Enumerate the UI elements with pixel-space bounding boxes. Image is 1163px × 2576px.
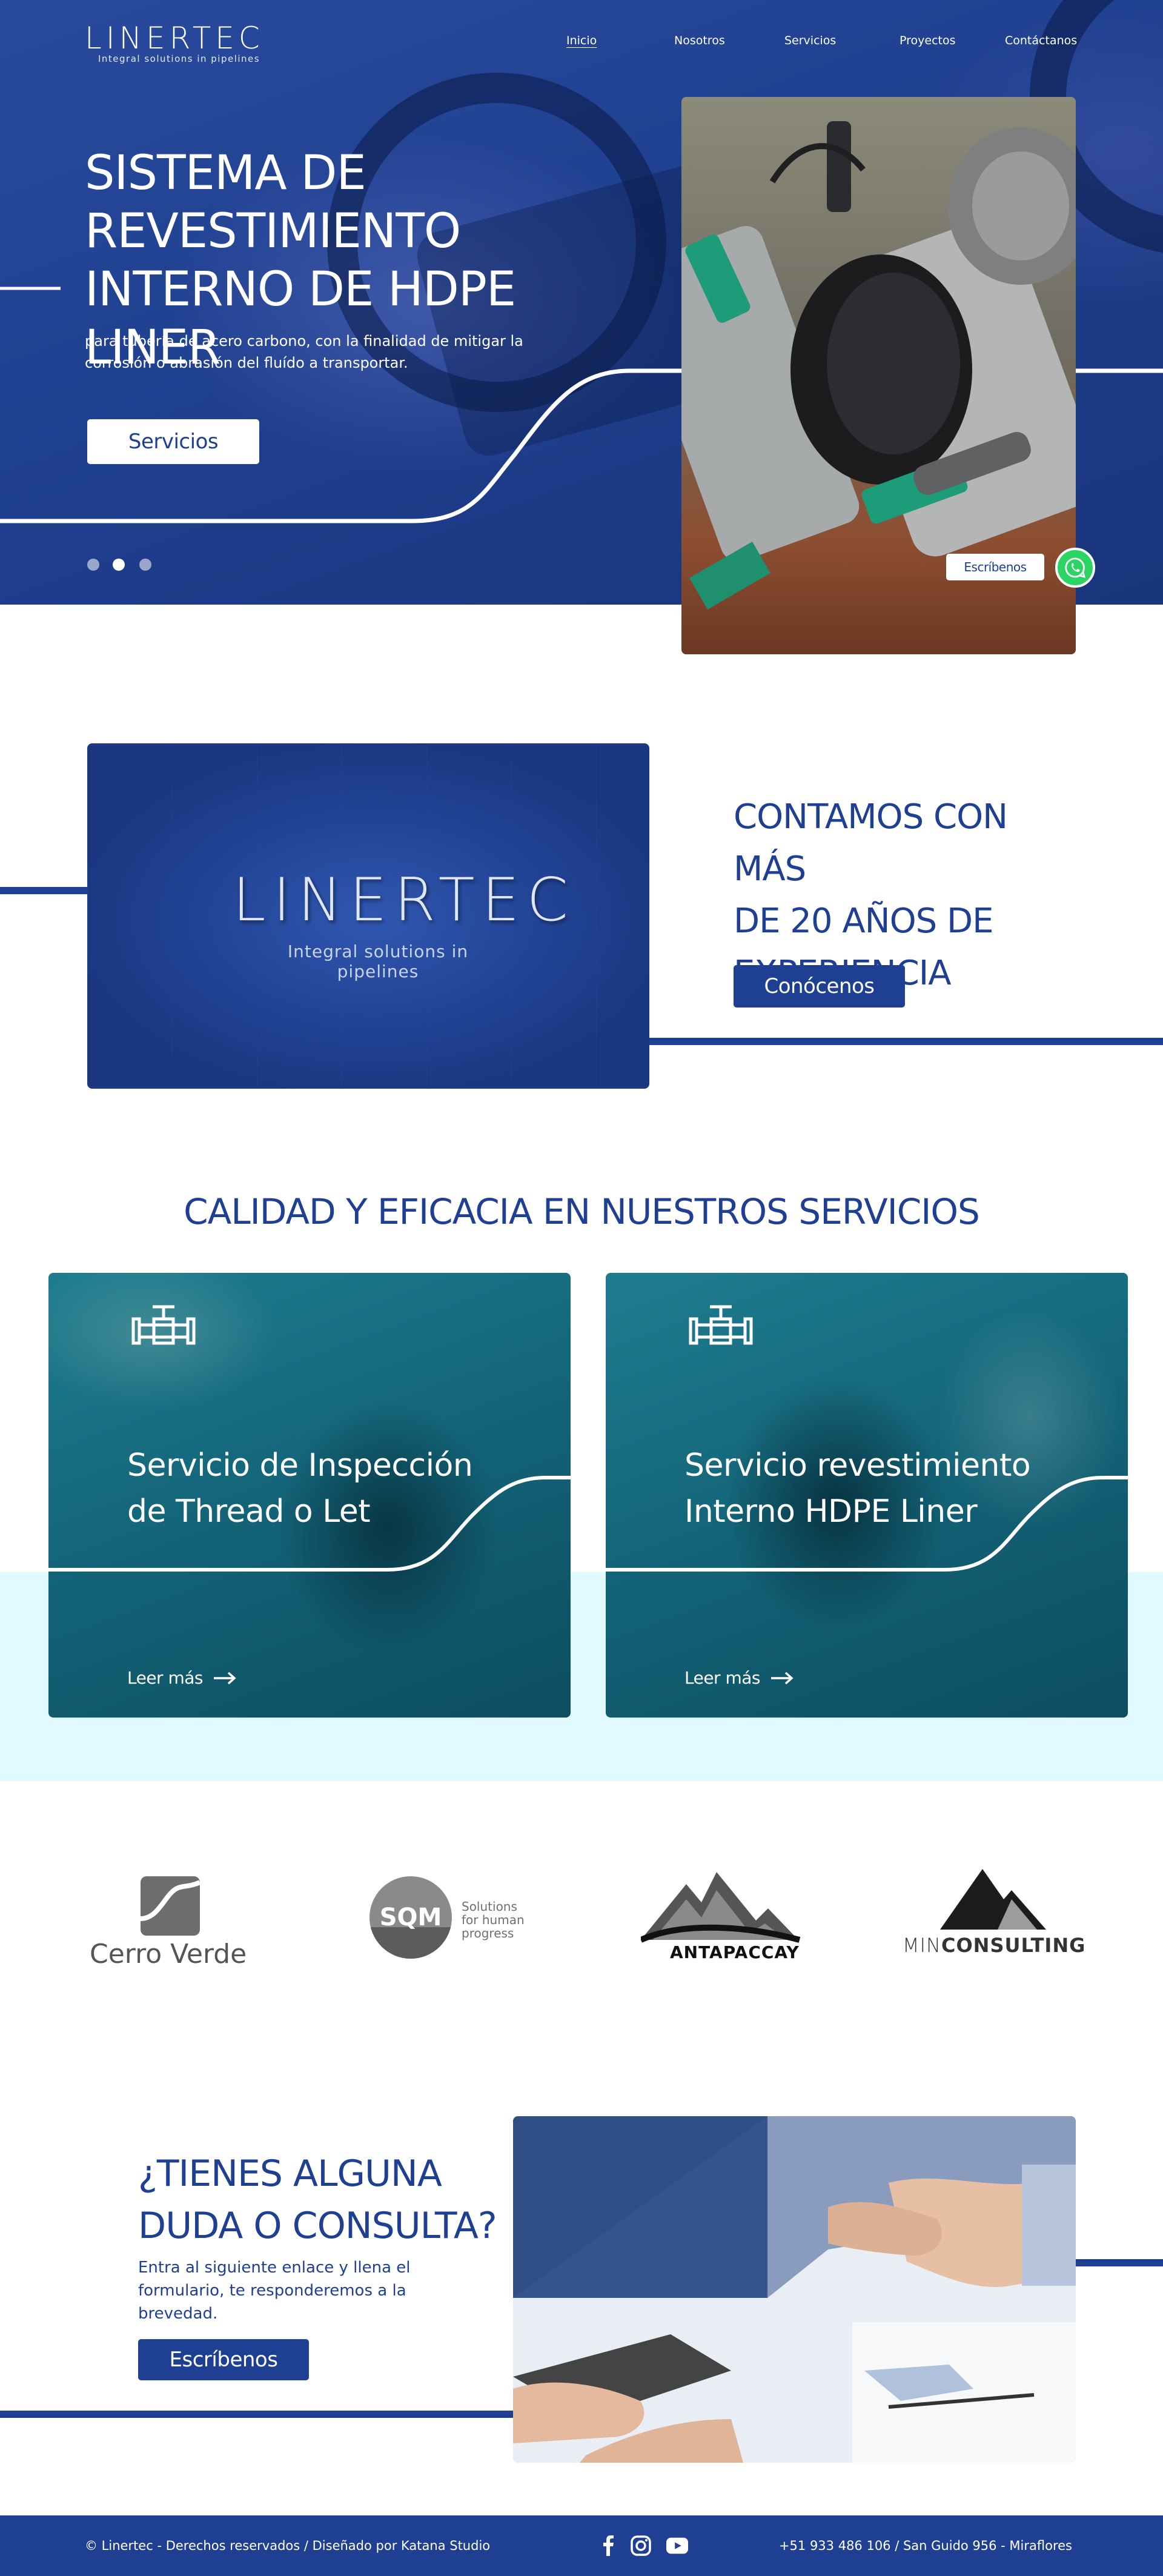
cerro-verde-mark xyxy=(141,1876,200,1936)
client-logo-antapaccay: ANTAPACCAY xyxy=(641,1866,804,1975)
minconsulting-name: MINCONSULTING xyxy=(903,1934,1086,1957)
contact-description: Entra al siguiente enlace y llena el for… xyxy=(138,2259,411,2323)
contact-write-button[interactable]: Escríbenos xyxy=(138,2339,309,2380)
footer-contact-info: +51 933 486 106 / San Guido 956 - Mirafl… xyxy=(778,2538,1072,2553)
antapaccay-mountain-icon xyxy=(641,1872,801,1943)
read-more-label: Leer más xyxy=(684,1668,761,1688)
sqm-mark: SQM xyxy=(369,1876,452,1959)
company-sign-image: LINERTEC Integral solutions in pipelines xyxy=(87,743,649,1089)
services-heading: CALIDAD Y EFICACIA EN NUESTROS SERVICIOS xyxy=(184,1191,980,1232)
sqm-mark-lower xyxy=(369,1927,452,1959)
read-more-label: Leer más xyxy=(127,1668,204,1688)
cerro-verde-name: Cerro Verde xyxy=(90,1939,247,1970)
footer-copyright: © Linertec - Derechos reservados / Diseñ… xyxy=(85,2538,491,2553)
youtube-icon[interactable] xyxy=(666,2535,688,2557)
handshake-image xyxy=(513,2116,1076,2463)
facebook-icon[interactable] xyxy=(597,2535,619,2557)
sqm-mark-text: SQM xyxy=(379,1904,442,1931)
client-logo-sqm: SQM Solutions for human progress xyxy=(369,1866,545,1975)
pipe-valve-icon xyxy=(689,1305,753,1345)
site-footer: © Linertec - Derechos reservados / Diseñ… xyxy=(0,2515,1163,2576)
youtube-glyph xyxy=(666,2537,688,2554)
minconsulting-mountain-icon xyxy=(940,1869,1046,1930)
instagram-glyph xyxy=(631,2535,651,2556)
sign-logo: LINERTEC xyxy=(233,866,575,935)
about-us-button[interactable]: Conócenos xyxy=(734,965,905,1007)
service-card-hdpe-liner[interactable]: Servicio revestimiento Interno HDPE Line… xyxy=(606,1273,1128,1718)
handshake-illustration xyxy=(513,2116,1076,2463)
service-card-title: Servicio de Inspección de Thread o Let xyxy=(127,1447,473,1530)
sign-tagline: Integral solutions in pipelines xyxy=(287,941,469,981)
cerro-verde-mountain-icon xyxy=(141,1880,200,1921)
instagram-icon[interactable] xyxy=(630,2535,652,2557)
sqm-slogan: Solutions for human progress xyxy=(462,1899,525,1940)
client-logo-minconsulting: MINCONSULTING xyxy=(903,1866,1090,1975)
antapaccay-name: ANTAPACCAY xyxy=(670,1942,800,1962)
arrow-right-icon xyxy=(214,1671,236,1684)
arrow-right-icon xyxy=(771,1671,794,1684)
read-more-link[interactable]: Leer más xyxy=(127,1668,237,1688)
facebook-glyph xyxy=(603,2535,614,2556)
contact-title: ¿TIENES ALGUNA DUDA O CONSULTA? xyxy=(138,2153,497,2247)
client-logo-cerro-verde: Cerro Verde xyxy=(90,1866,253,1975)
read-more-link[interactable]: Leer más xyxy=(684,1668,794,1688)
service-card-inspection[interactable]: Servicio de Inspección de Thread o Let L… xyxy=(48,1273,571,1718)
service-card-title: Servicio revestimiento Interno HDPE Line… xyxy=(684,1447,1031,1530)
pipe-valve-icon xyxy=(131,1305,196,1345)
